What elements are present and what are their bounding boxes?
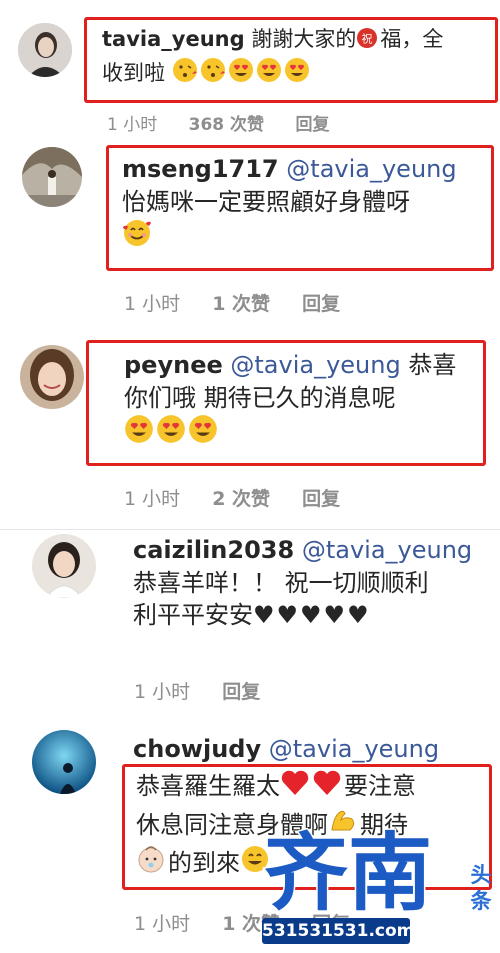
comment-username[interactable]: mseng1717 — [122, 155, 279, 183]
comment-body: 利平平安安 — [133, 601, 253, 630]
comment-text: chowjudy @tavia_yeung — [133, 733, 488, 766]
comment-text: tavia_yeung 謝謝大家的祝福，全 收到啦 — [102, 25, 490, 90]
comment-row-mseng: mseng1717 @tavia_yeung 怡媽咪一定要照顧好身體呀 1 小时… — [0, 131, 500, 329]
comment-time: 1 小时 — [124, 293, 181, 315]
mention-link[interactable]: @tavia_yeung — [286, 155, 456, 183]
avatar-peynee[interactable] — [20, 345, 84, 409]
comment-row-tavia: tavia_yeung 謝謝大家的祝福，全 收到啦 1 小时 368 次赞 回复 — [0, 0, 500, 150]
comment-body: 恭喜羊咩！！ 祝一切顺顺利 — [133, 568, 429, 597]
comment-body: 福，全 — [380, 27, 444, 51]
comment-text: peynee @tavia_yeung 恭喜 你们哦 期待已久的消息呢 — [124, 349, 474, 453]
reply-button[interactable]: 回复 — [302, 293, 340, 315]
likes-count[interactable]: 2 次赞 — [212, 488, 270, 510]
comment-time: 1 小时 — [124, 488, 181, 510]
blessing-badge-icon: 祝 — [356, 27, 378, 57]
watermark-url: 531531531.com — [262, 918, 414, 944]
mention-link[interactable]: @tavia_yeung — [269, 735, 439, 763]
comment-body: 的到來 — [168, 849, 240, 878]
comment-text: caizilin2038 @tavia_yeung 恭喜羊咩！！ 祝一切顺顺利 … — [133, 534, 493, 632]
comment-meta: 1 小时 回复 — [134, 677, 286, 704]
watermark-side-text: 头条 — [470, 863, 492, 913]
avatar-caizilin[interactable] — [32, 534, 96, 598]
avatar-mseng[interactable] — [22, 147, 82, 207]
heart-eyes-icon — [124, 414, 154, 453]
comment-username[interactable]: tavia_yeung — [102, 27, 245, 51]
comment-body: 恭喜 — [408, 351, 457, 379]
heart-eyes-icon — [188, 414, 218, 453]
comment-username[interactable]: caizilin2038 — [133, 536, 294, 564]
heart-eyes-icon — [256, 57, 282, 91]
comment-body: 要注意 — [344, 772, 416, 800]
mention-link[interactable]: @tavia_yeung — [230, 351, 400, 379]
svg-text:齐南: 齐南 — [264, 824, 432, 918]
comment-time: 1 小时 — [134, 913, 191, 935]
red-heart-icon — [312, 769, 342, 806]
comment-username[interactable]: peynee — [124, 351, 223, 379]
heart-eyes-icon — [228, 57, 254, 91]
kiss-face-icon — [200, 57, 226, 91]
heart-eyes-icon — [156, 414, 186, 453]
mention-link[interactable]: @tavia_yeung — [302, 536, 472, 564]
comment-body: 謝謝大家的 — [251, 27, 357, 51]
avatar-chowjudy[interactable] — [32, 730, 96, 794]
likes-count[interactable]: 1 次赞 — [212, 293, 270, 315]
avatar-tavia[interactable] — [18, 23, 72, 77]
heart-eyes-icon — [284, 57, 310, 91]
comment-meta: 1 小时 2 次赞 回复 — [124, 484, 366, 511]
comment-username[interactable]: chowjudy — [133, 735, 261, 763]
red-heart-icon — [280, 769, 310, 806]
comment-row-peynee: peynee @tavia_yeung 恭喜 你们哦 期待已久的消息呢 1 小时… — [0, 329, 500, 529]
smiling-hearts-face-icon — [122, 218, 152, 257]
comment-meta: 1 小时 1 次赞 回复 — [124, 289, 366, 316]
kiss-face-icon — [172, 57, 198, 91]
comment-body: 收到啦 — [102, 60, 165, 85]
comment-body: 恭喜羅生羅太 — [136, 772, 280, 800]
watermark-logo: 齐南 — [262, 822, 462, 924]
reply-button[interactable]: 回复 — [302, 488, 340, 510]
black-hearts: ♥♥♥♥♥ — [253, 601, 371, 630]
reply-button[interactable]: 回复 — [222, 681, 260, 703]
comment-text: mseng1717 @tavia_yeung 怡媽咪一定要照顧好身體呀 — [122, 153, 484, 257]
baby-face-icon — [136, 844, 166, 883]
comment-body: 你们哦 期待已久的消息呢 — [124, 383, 396, 412]
comment-body: 怡媽咪一定要照顧好身體呀 — [122, 187, 410, 216]
comment-time: 1 小时 — [134, 681, 191, 703]
svg-text:祝: 祝 — [362, 32, 373, 46]
